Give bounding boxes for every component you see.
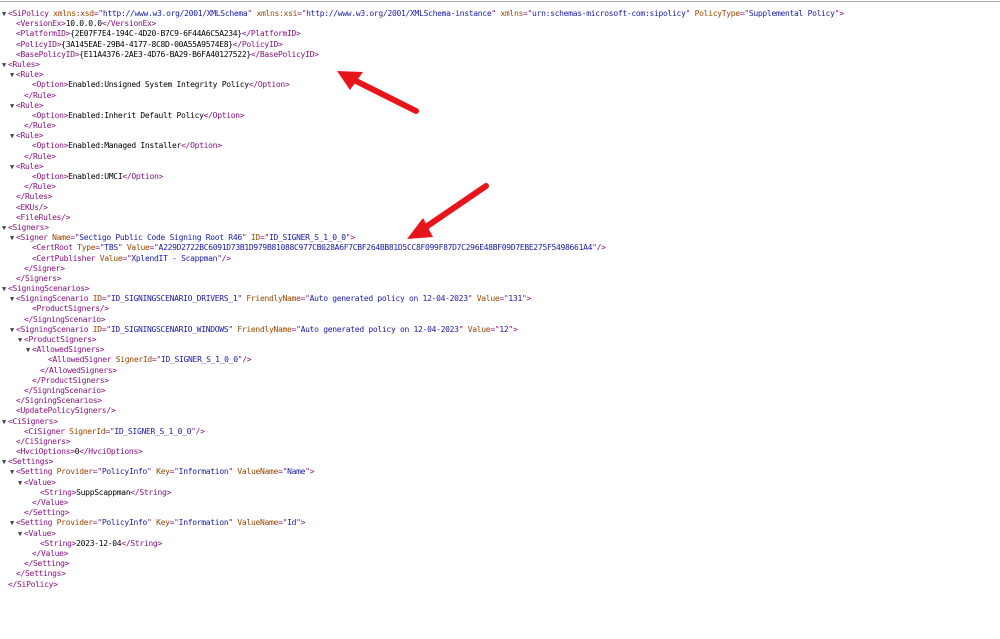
red-arrow-signer	[407, 183, 489, 239]
red-arrow-basepolicyid	[337, 71, 419, 114]
annotation-arrows	[337, 71, 489, 239]
